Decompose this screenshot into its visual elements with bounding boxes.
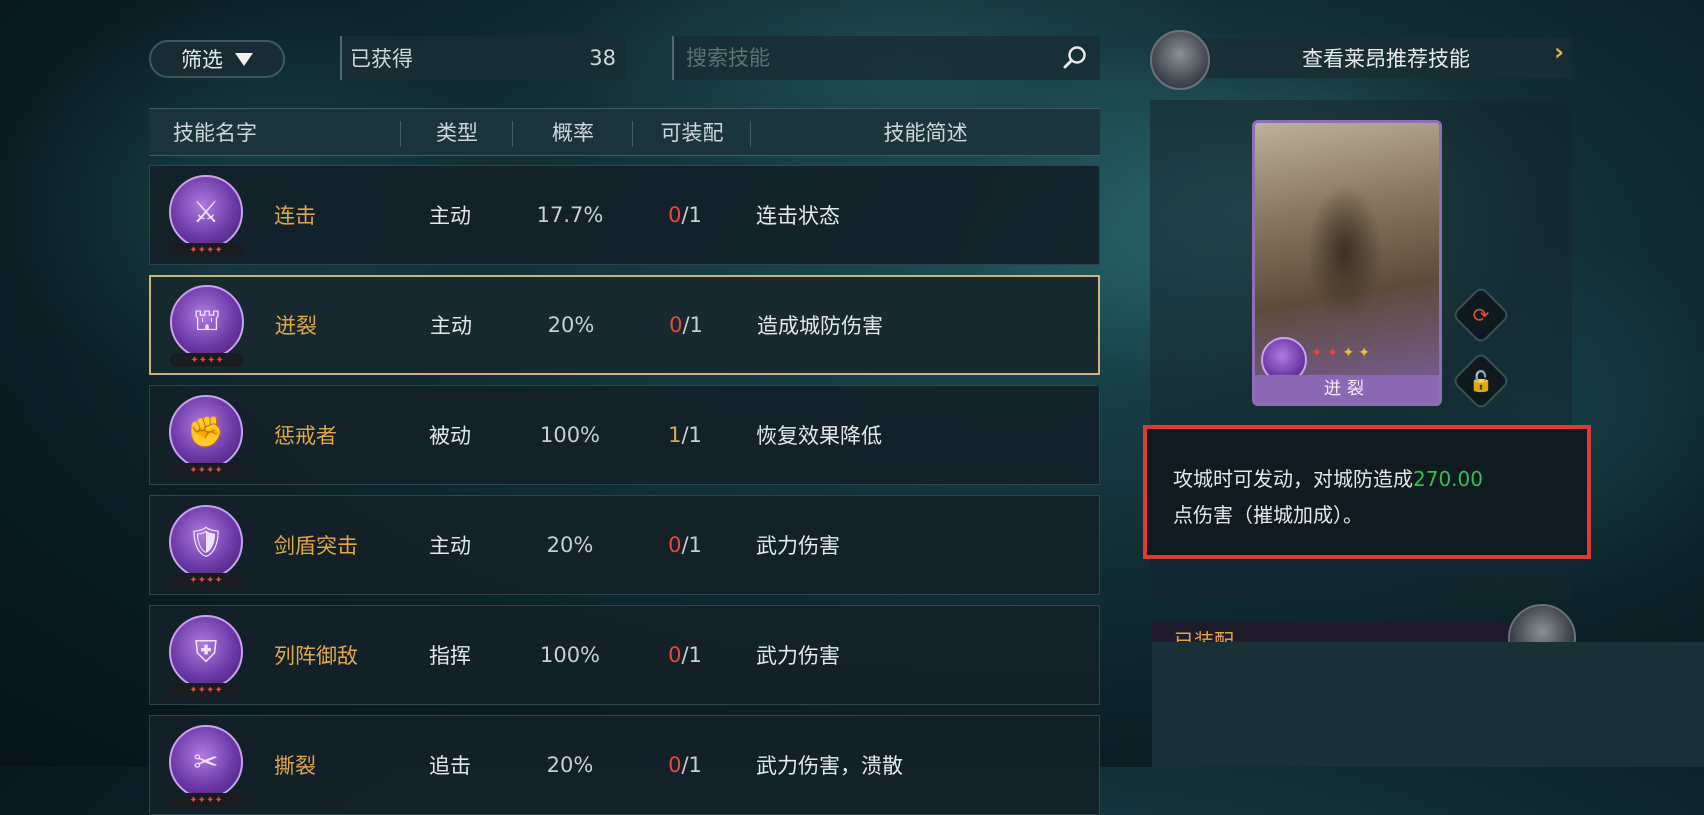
tear-icon: ✂	[169, 725, 243, 799]
skill-name: 连击	[274, 204, 316, 228]
skill-type: 指挥	[429, 644, 471, 668]
skill-table-header: 技能名字 类型 概率 可装配 技能简述	[149, 108, 1100, 156]
description-suffix: 点伤害（摧城加成）。	[1173, 503, 1363, 527]
damage-value: 270.00	[1413, 467, 1483, 491]
skill-desc: 连击状态	[756, 204, 840, 228]
skill-rate: 20%	[547, 313, 595, 337]
star-rating: ✦✦✦✦	[169, 243, 243, 257]
star-rating: ✦✦✦✦	[169, 463, 243, 477]
owned-count-box: 已获得 38	[340, 36, 626, 80]
header-equippable: 可装配	[633, 117, 751, 147]
skill-name: 惩戒者	[274, 424, 337, 448]
equip-total: /1	[682, 313, 703, 337]
hero-avatar	[1150, 30, 1210, 90]
header-description: 技能简述	[883, 121, 968, 145]
filter-label: 筛选	[181, 48, 223, 72]
skill-desc: 武力伤害，溃散	[756, 754, 903, 778]
star-rating: ✦✦✦✦	[169, 573, 243, 587]
skill-type: 追击	[429, 754, 471, 778]
card-skill-name: 迸裂	[1255, 375, 1439, 403]
header-rate: 概率	[513, 117, 633, 147]
equip-total: /1	[681, 753, 702, 777]
warrior-illustration	[1285, 143, 1415, 343]
recommend-bar[interactable]: 查看莱昂推荐技能	[1200, 38, 1572, 78]
skill-row-selected[interactable]: ⛫ ✦✦✦✦ 迸裂 主动 20% 0/1 造成城防伤害	[149, 275, 1100, 375]
star-rating: ✦✦✦✦	[170, 353, 244, 367]
skill-desc: 武力伤害	[756, 644, 840, 668]
refresh-icon: ⟳	[1472, 303, 1490, 327]
equipped-count: 0	[668, 533, 682, 557]
search-icon[interactable]	[1062, 45, 1088, 71]
equip-total: /1	[681, 203, 702, 227]
skill-row[interactable]: ⚔ ✦✦✦✦ 连击 主动 17.7% 0/1 连击状态	[149, 165, 1100, 265]
skill-equip: 0/1	[631, 313, 741, 337]
skill-rate: 20%	[546, 753, 594, 777]
equip-total: /1	[681, 423, 702, 447]
equipped-hero-avatar[interactable]	[1508, 604, 1576, 642]
filter-button[interactable]: 筛选	[149, 40, 285, 78]
skill-name: 剑盾突击	[274, 534, 358, 558]
punisher-icon: ✊	[169, 395, 243, 469]
skill-name: 撕裂	[274, 754, 316, 778]
owned-label: 已获得	[350, 47, 413, 71]
owned-count: 38	[589, 46, 616, 70]
sword-shield-icon: 🛡	[169, 505, 243, 579]
dropdown-triangle-icon	[235, 52, 253, 66]
skill-type: 主动	[430, 314, 472, 338]
skill-desc: 恢复效果降低	[756, 424, 882, 448]
skill-equip: 0/1	[630, 753, 740, 777]
equip-total: /1	[681, 533, 702, 557]
unlock-icon: 🔓	[1468, 369, 1494, 393]
search-input[interactable]	[684, 45, 1048, 71]
skill-row[interactable]: 🛡 ✦✦✦✦ 剑盾突击 主动 20% 0/1 武力伤害	[149, 495, 1100, 595]
skill-type: 主动	[429, 534, 471, 558]
formation-icon: ⛨	[169, 615, 243, 689]
skill-desc: 武力伤害	[756, 534, 840, 558]
skill-description-box: 攻城时可发动，对城防造成270.00 点伤害（摧城加成）。	[1143, 425, 1591, 559]
skill-rate: 100%	[539, 643, 601, 667]
equipped-label: 已装配	[1174, 629, 1234, 642]
card-star-rating: ✦✦✦✦	[1311, 345, 1374, 361]
skill-equip: 0/1	[630, 643, 740, 667]
skill-row[interactable]: ✊ ✦✦✦✦ 惩戒者 被动 100% 1/1 恢复效果降低	[149, 385, 1100, 485]
empty-area	[1152, 642, 1704, 767]
recommend-label: 查看莱昂推荐技能	[1302, 47, 1470, 71]
equipped-count: 0	[669, 313, 683, 337]
star-rating: ✦✦✦✦	[169, 683, 243, 697]
equip-total: /1	[681, 643, 702, 667]
equipped-count: 0	[668, 643, 682, 667]
recommend-skills-button[interactable]: 查看莱昂推荐技能 ›	[1150, 30, 1572, 90]
star-rating: ✦✦✦✦	[169, 793, 243, 807]
equipped-count: 1	[668, 423, 682, 447]
skill-equip: 0/1	[630, 203, 740, 227]
sword-strike-icon: ⚔	[169, 175, 243, 249]
description-prefix: 攻城时可发动，对城防造成	[1173, 467, 1413, 491]
siege-icon: ⛫	[170, 285, 244, 359]
skill-name: 迸裂	[275, 314, 317, 338]
header-type: 类型	[401, 117, 513, 147]
skill-desc: 造成城防伤害	[757, 314, 883, 338]
equipped-count: 0	[668, 753, 682, 777]
skill-card: ✦✦✦✦ 迸裂	[1252, 120, 1442, 406]
skill-rate: 20%	[546, 533, 594, 557]
skill-row[interactable]: ✂ ✦✦✦✦ 撕裂 追击 20% 0/1 武力伤害，溃散	[149, 715, 1100, 815]
skill-rate: 100%	[539, 423, 601, 447]
skill-equip: 1/1	[630, 423, 740, 447]
equipped-count: 0	[668, 203, 682, 227]
header-skill-name: 技能名字	[149, 117, 401, 147]
skill-row[interactable]: ⛨ ✦✦✦✦ 列阵御敌 指挥 100% 0/1 武力伤害	[149, 605, 1100, 705]
skill-type: 主动	[429, 204, 471, 228]
skill-equip: 0/1	[630, 533, 740, 557]
search-box[interactable]	[672, 36, 1100, 80]
chevron-right-icon: ›	[1554, 38, 1564, 66]
skill-type: 被动	[429, 424, 471, 448]
skill-rate: 17.7%	[536, 203, 604, 227]
skill-name: 列阵御敌	[274, 644, 358, 668]
